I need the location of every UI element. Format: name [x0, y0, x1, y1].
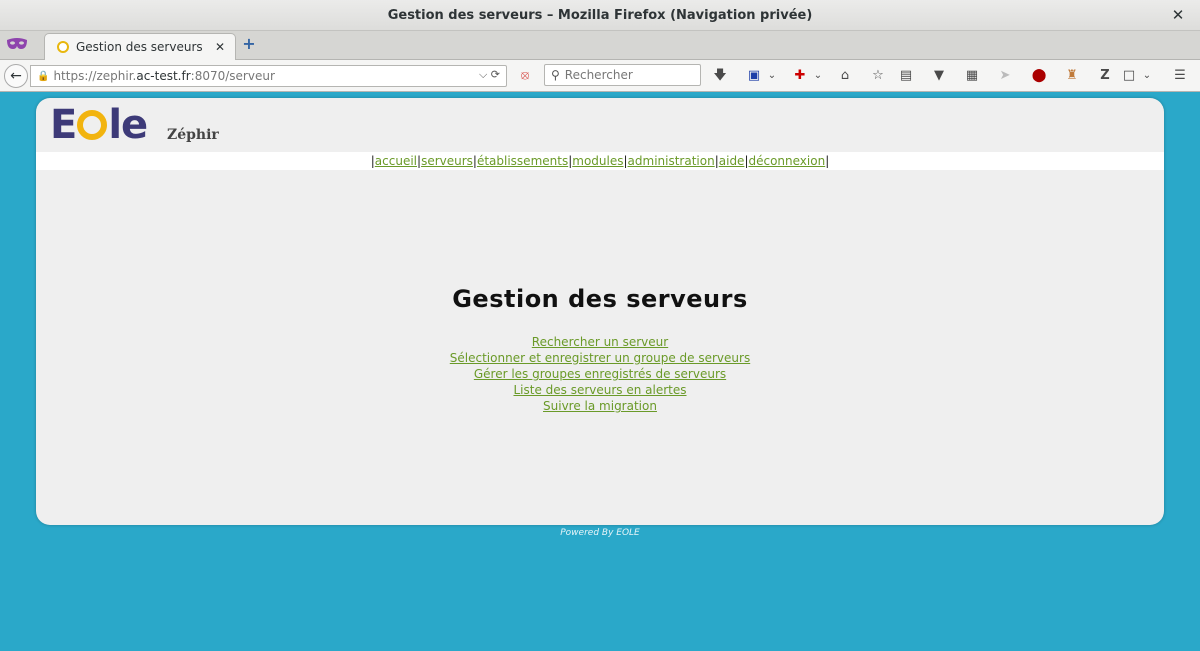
save-page-dropdown-icon[interactable]: ⌄	[764, 68, 780, 84]
menu-item-serveurs[interactable]: serveurs	[421, 154, 473, 168]
site-favicon-icon	[57, 41, 69, 53]
url-scheme: https://zephir.	[53, 69, 137, 83]
action-links: Rechercher un serveur Sélectionner et en…	[36, 334, 1164, 414]
reader-view-icon[interactable]: □	[1121, 68, 1137, 84]
save-page-icon[interactable]: ▣	[746, 68, 762, 84]
link-selectionner-groupe[interactable]: Sélectionner et enregistrer un groupe de…	[36, 350, 1164, 366]
extension-icon[interactable]: ♜	[1064, 68, 1080, 84]
bookmark-star-icon[interactable]: ☆	[870, 68, 886, 84]
window-close-button[interactable]: ✕	[1168, 5, 1188, 25]
url-domain: ac-test.fr	[136, 69, 191, 83]
link-suivre-migration[interactable]: Suivre la migration	[36, 398, 1164, 414]
link-gerer-groupes[interactable]: Gérer les groupes enregistrés de serveur…	[36, 366, 1164, 382]
url-path: :8070/serveur	[190, 69, 275, 83]
link-serveurs-alertes[interactable]: Liste des serveurs en alertes	[36, 382, 1164, 398]
window-title: Gestion des serveurs – Mozilla Firefox (…	[387, 7, 813, 23]
tab-strip: Gestion des serveurs ✕ +	[0, 31, 1200, 60]
addon-dropdown-icon[interactable]: ⌄	[810, 68, 826, 84]
logo-spiral-icon	[77, 110, 108, 140]
search-icon: ⚲	[551, 68, 560, 82]
private-browsing-mask-icon	[7, 38, 27, 49]
addon-red-cross-icon[interactable]: ✚	[792, 68, 808, 84]
new-tab-button[interactable]: +	[241, 36, 257, 52]
downloads-icon[interactable]: 🡇	[712, 68, 728, 84]
back-arrow-icon: ←	[10, 68, 22, 84]
url-bar[interactable]: 🔒 https://zephir. ac-test.fr:8070/serveur…	[30, 65, 507, 87]
ublock-icon[interactable]: ⬤	[1031, 68, 1047, 84]
menu-item-deconnexion[interactable]: déconnexion	[748, 154, 825, 168]
lock-icon: 🔒	[37, 70, 50, 82]
main-menu: |accueil|serveurs|établissements|modules…	[36, 152, 1164, 170]
tab-label: Gestion des serveurs	[76, 40, 203, 54]
bookmarks-list-icon[interactable]: ▤	[898, 68, 914, 84]
synced-tabs-icon[interactable]: ▦	[964, 68, 980, 84]
content-panel: Ele Zéphir |accueil|serveurs|établisseme…	[36, 98, 1164, 525]
eole-logo: Ele	[50, 102, 148, 148]
page-title: Gestion des serveurs	[452, 285, 748, 313]
tab-gestion-des-serveurs[interactable]: Gestion des serveurs ✕	[44, 33, 236, 60]
tab-close-icon[interactable]: ✕	[215, 40, 225, 54]
page-viewport: Ele Zéphir |accueil|serveurs|établisseme…	[0, 92, 1200, 651]
menu-item-aide[interactable]: aide	[719, 154, 745, 168]
send-tab-icon[interactable]: ➤	[997, 68, 1013, 84]
hamburger-menu-icon[interactable]: ☰	[1172, 68, 1188, 84]
menu-item-etablissements[interactable]: établissements	[477, 154, 568, 168]
navigation-toolbar: ← 🔒 https://zephir. ac-test.fr:8070/serve…	[0, 60, 1200, 92]
url-dropdown-reload-controls[interactable]: ⌵ ⟳	[479, 68, 500, 82]
app-name: Zéphir	[167, 127, 219, 143]
blocked-content-icon[interactable]: ⦻	[517, 68, 533, 84]
search-placeholder: Rechercher	[564, 68, 633, 82]
footer-powered-by: Powered By EOLE	[560, 528, 640, 538]
reader-dropdown-icon[interactable]: ⌄	[1139, 68, 1155, 84]
menu-item-administration[interactable]: administration	[628, 154, 715, 168]
logo-text: Ele	[50, 102, 148, 148]
pocket-icon[interactable]: ▼	[931, 68, 947, 84]
zotero-icon[interactable]: Z	[1097, 68, 1113, 84]
link-rechercher-serveur[interactable]: Rechercher un serveur	[36, 334, 1164, 350]
search-bar[interactable]: ⚲ Rechercher	[544, 64, 701, 86]
menu-item-modules[interactable]: modules	[572, 154, 623, 168]
back-button[interactable]: ←	[4, 64, 28, 88]
menu-item-accueil[interactable]: accueil	[375, 154, 417, 168]
window-titlebar: Gestion des serveurs – Mozilla Firefox (…	[0, 0, 1200, 31]
home-icon[interactable]: ⌂	[837, 68, 853, 84]
